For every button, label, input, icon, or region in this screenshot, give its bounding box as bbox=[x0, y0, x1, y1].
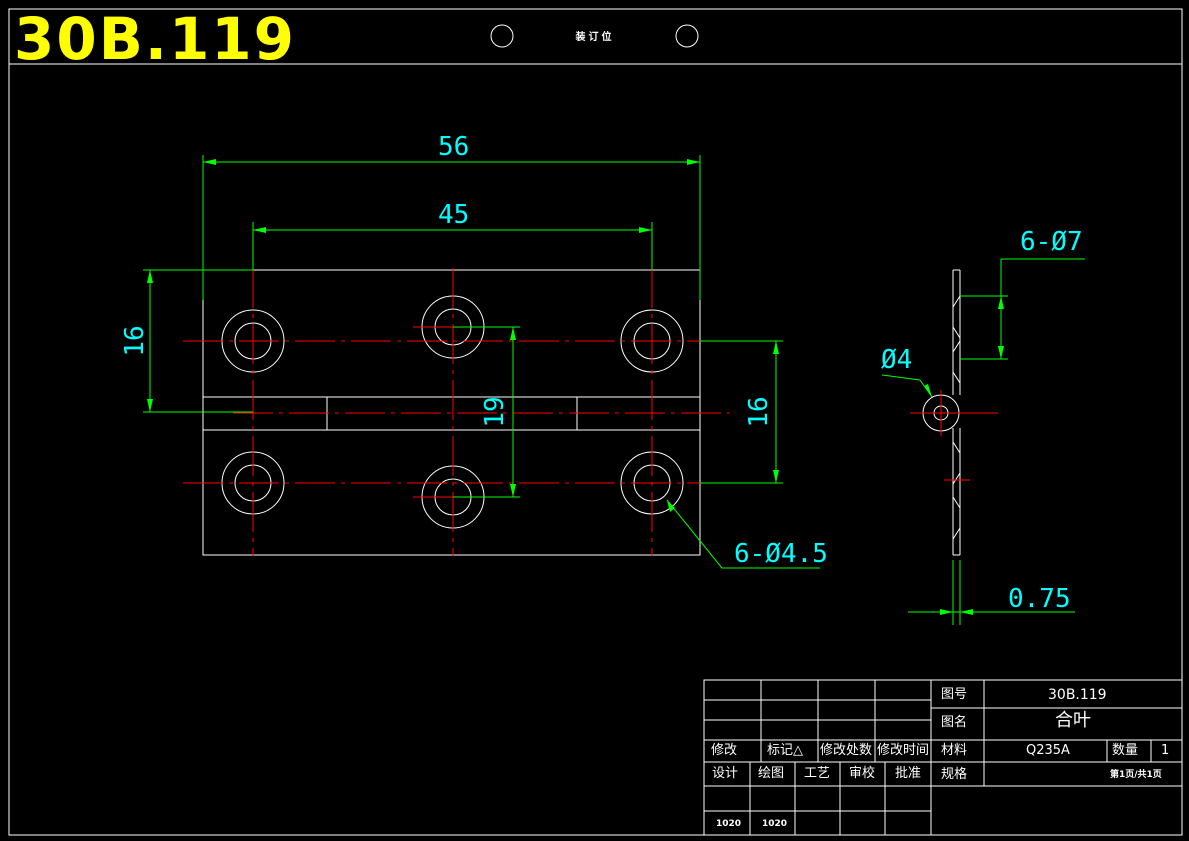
binding-hole-left bbox=[490, 24, 514, 48]
dim-side-holes-callout: 6-Ø7 bbox=[1020, 227, 1083, 257]
front-view bbox=[143, 155, 820, 569]
dimension-lines bbox=[143, 155, 820, 569]
spec-label: 规格 bbox=[941, 767, 968, 782]
qty-value: 1 bbox=[1161, 743, 1170, 758]
binding-label: 装订位 bbox=[575, 32, 615, 43]
dim-hole-spacing: 45 bbox=[438, 200, 470, 230]
dim-left-height: 16 bbox=[120, 325, 150, 357]
drawing-canvas bbox=[8, 8, 1183, 836]
drawing-frame bbox=[8, 8, 1183, 836]
sign-header-check: 审校 bbox=[849, 766, 876, 781]
dim-center-height: 19 bbox=[480, 396, 510, 428]
part-name: 合叶 bbox=[1055, 710, 1091, 731]
sign-header-approve: 批准 bbox=[895, 766, 922, 781]
draw-code: 1020 bbox=[762, 819, 788, 829]
sign-header-draw: 绘图 bbox=[758, 766, 785, 781]
side-view bbox=[881, 258, 1085, 625]
material-label: 材料 bbox=[941, 743, 968, 758]
dim-right-height: 16 bbox=[744, 396, 774, 428]
drawing-no-label: 图号 bbox=[941, 687, 968, 702]
rev-header-modify: 修改 bbox=[711, 743, 738, 758]
rev-header-count: 修改处数 bbox=[820, 743, 873, 758]
binding-hole-right bbox=[675, 24, 699, 48]
sign-header-process: 工艺 bbox=[804, 766, 831, 781]
qty-label: 数量 bbox=[1112, 743, 1139, 758]
sign-header-design: 设计 bbox=[712, 766, 739, 781]
design-code: 1020 bbox=[716, 819, 742, 829]
sheet-info: 第1页/共1页 bbox=[1110, 770, 1162, 780]
rev-header-time: 修改时间 bbox=[877, 743, 930, 758]
dim-pin-diameter: Ø4 bbox=[881, 345, 913, 375]
material-value: Q235A bbox=[1026, 743, 1070, 758]
drawing-no-value: 30B.119 bbox=[1048, 687, 1107, 703]
drawing-title-code: 30B.119 bbox=[14, 5, 297, 73]
dim-holes-callout: 6-Ø4.5 bbox=[734, 539, 828, 569]
centerlines bbox=[183, 268, 730, 556]
rev-header-mark: 标记△ bbox=[767, 743, 803, 758]
dim-thickness: 0.75 bbox=[1008, 584, 1071, 614]
name-label: 图名 bbox=[941, 715, 968, 730]
dim-width-overall: 56 bbox=[438, 132, 470, 162]
